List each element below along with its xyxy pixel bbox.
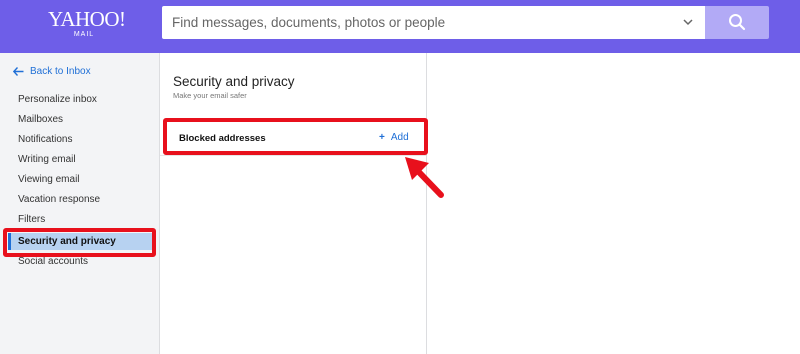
arrow-left-icon	[13, 67, 24, 76]
back-to-inbox-link[interactable]: Back to Inbox	[13, 66, 91, 77]
back-label: Back to Inbox	[30, 66, 91, 77]
sidebar-item-vacation-response[interactable]: Vacation response	[18, 194, 100, 205]
settings-sidebar: Back to Inbox Personalize inbox Mailboxe…	[0, 53, 160, 354]
annotation-arrow-icon	[405, 157, 444, 198]
sidebar-item-notifications[interactable]: Notifications	[18, 134, 72, 145]
sidebar-item-personalize-inbox[interactable]: Personalize inbox	[18, 94, 97, 105]
highlight-box-sidebar	[3, 228, 156, 257]
top-bar: YAHOO! MAIL	[0, 0, 800, 53]
page-subtitle: Make your email safer	[173, 91, 247, 100]
search-box	[162, 6, 705, 39]
chevron-down-icon[interactable]	[681, 15, 695, 29]
yahoo-mail-logo[interactable]: YAHOO! MAIL	[48, 7, 126, 39]
search-input[interactable]	[162, 6, 672, 39]
sidebar-item-social-accounts[interactable]: Social accounts	[18, 256, 88, 267]
sidebar-item-filters[interactable]: Filters	[18, 214, 45, 225]
sidebar-item-viewing-email[interactable]: Viewing email	[18, 174, 80, 185]
security-settings-panel: Security and privacy Make your email saf…	[160, 53, 427, 354]
logo-text: YAHOO!	[48, 7, 126, 31]
sidebar-item-mailboxes[interactable]: Mailboxes	[18, 114, 63, 125]
highlight-box-blocked-addresses	[163, 118, 428, 155]
search-button[interactable]	[705, 6, 769, 39]
sidebar-item-writing-email[interactable]: Writing email	[18, 154, 76, 165]
logo-subtext: MAIL	[73, 31, 95, 38]
page-title: Security and privacy	[173, 74, 295, 89]
search-icon	[729, 14, 746, 31]
